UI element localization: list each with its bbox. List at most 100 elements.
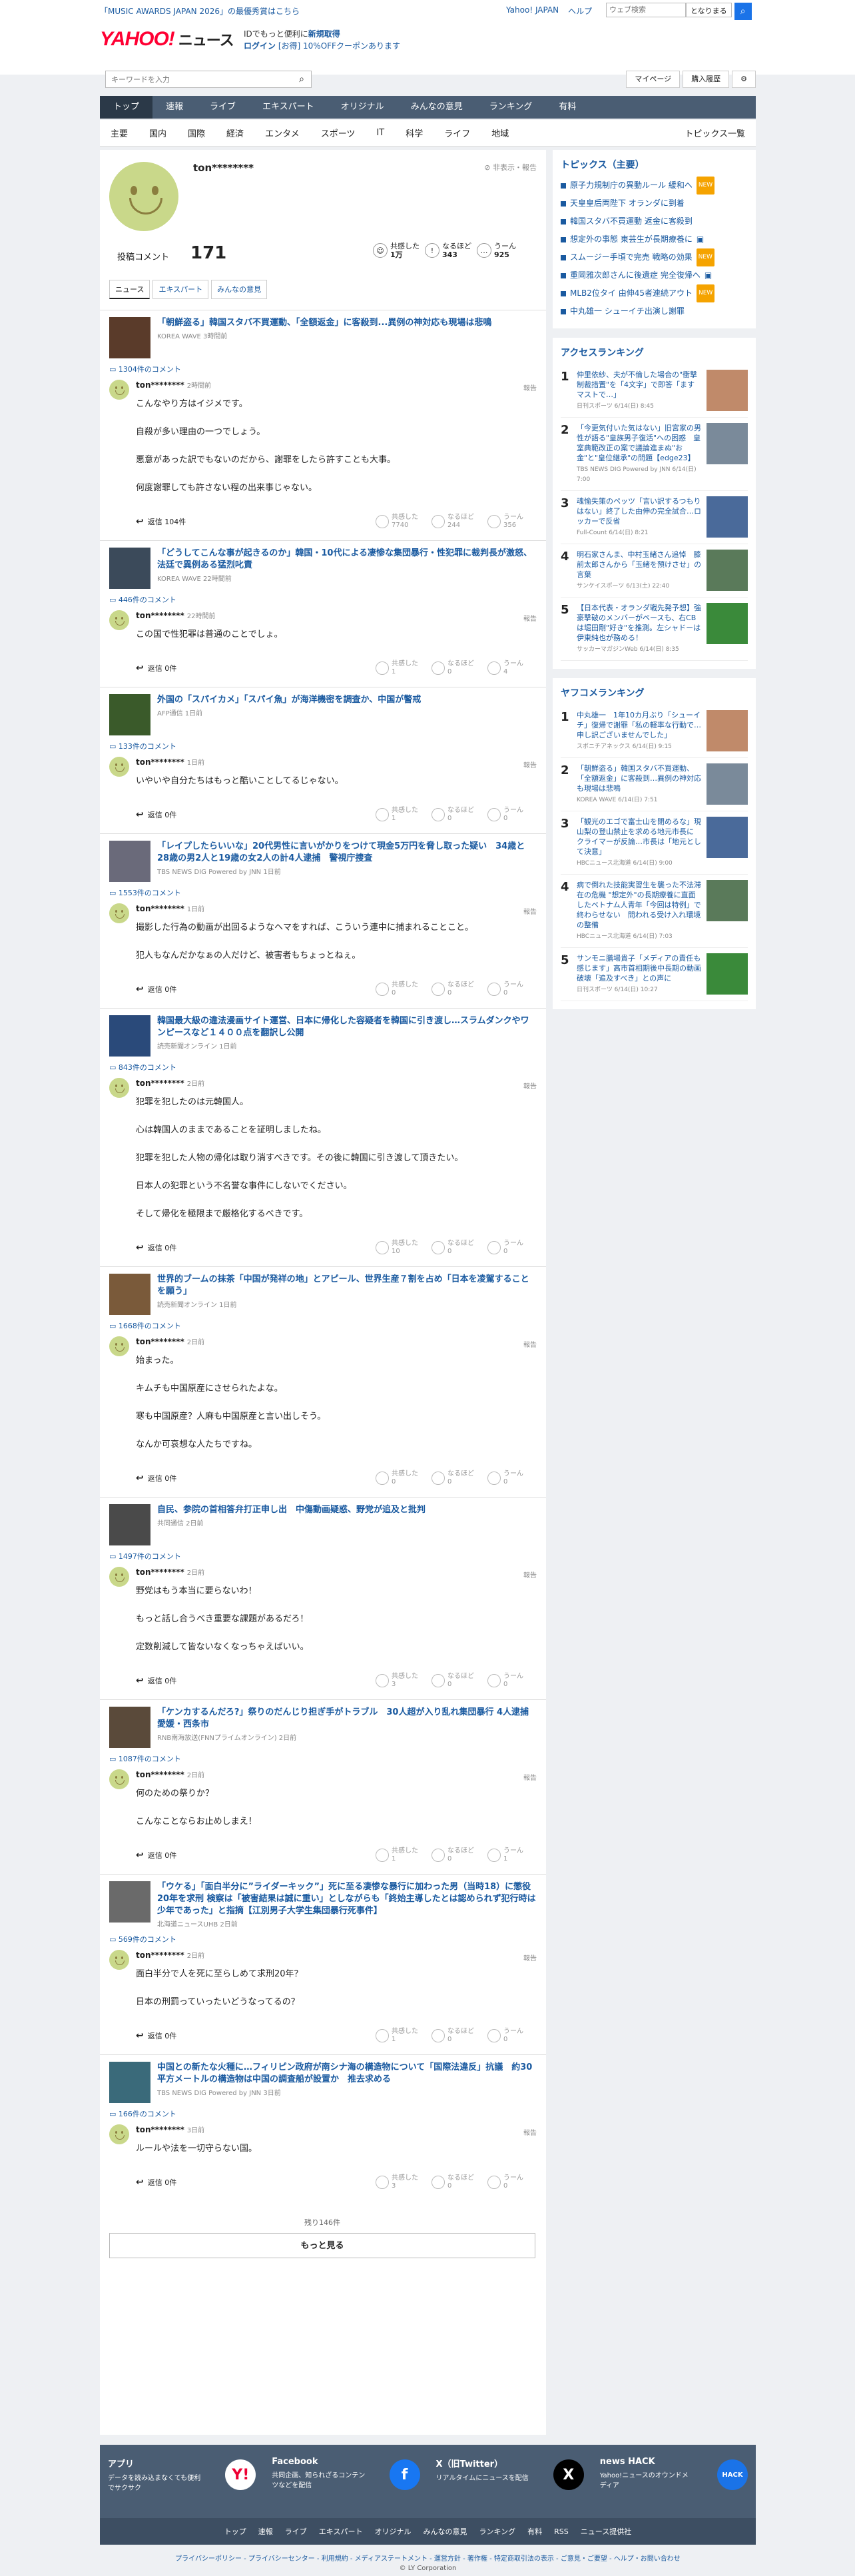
- reaction-hmm-button[interactable]: うーん 0: [487, 1240, 523, 1256]
- comment-author[interactable]: ton******** 2日前: [136, 1078, 537, 1088]
- ranking-item[interactable]: 2 「今更気付いた気はない」旧宮家の男性が語る"皇族男子復活"への困惑 皇室典範改…: [561, 418, 748, 491]
- reply-button[interactable]: ↩ 返信 0件: [136, 1473, 176, 1484]
- article-link[interactable]: 「ケンカするんだろ?」祭りのだんじり担ぎ手がトラブル 30人超が入り乱れ集団暴行…: [109, 1707, 537, 1748]
- reaction-empathy-button[interactable]: 共感した 0: [376, 981, 418, 997]
- footer-link-6[interactable]: ランキング: [479, 2526, 515, 2537]
- ranking-item[interactable]: 4 明石家さんま、中村玉緒さん追悼 膝前太郎さんから「玉緒を預けさせ」の言葉 サンケ…: [561, 544, 748, 598]
- article-title[interactable]: 「ケンカするんだろ?」祭りのだんじり担ぎ手がトラブル 30人超が入り乱れ集団暴行…: [157, 1707, 537, 1731]
- report-link[interactable]: 報告: [523, 613, 537, 623]
- subnav-item-1[interactable]: 国内: [139, 127, 177, 139]
- nav-tab-6[interactable]: ランキング: [476, 96, 546, 119]
- reply-button[interactable]: ↩ 返信 0件: [136, 984, 176, 995]
- footer-app-0[interactable]: アプリ データを読み込まなくても便利でサクサク Y!: [100, 2445, 264, 2518]
- report-link[interactable]: 報告: [523, 906, 537, 916]
- comment-count-link[interactable]: ▭ 843件のコメント: [109, 1062, 537, 1073]
- reaction-empathy-button[interactable]: 共感した 1: [376, 807, 418, 823]
- nav-tab-5[interactable]: みんなの意見: [398, 96, 476, 119]
- topic-item[interactable]: 原子力規制庁の異動ルール 緩和へ NEW: [561, 177, 748, 195]
- reaction-hmm-button[interactable]: うーん 356: [487, 514, 523, 530]
- footer-link-7[interactable]: 有料: [527, 2526, 542, 2537]
- topic-item[interactable]: MLB2位タイ 由伸45者連続アウト NEW: [561, 284, 748, 302]
- subnav-item-6[interactable]: IT: [366, 128, 395, 138]
- coupon-text[interactable]: [お得] 10%OFFクーポンあります: [278, 41, 400, 51]
- reaction-hmm-button[interactable]: うーん 0: [487, 807, 523, 823]
- comment-count-link[interactable]: ▭ 569件のコメント: [109, 1934, 537, 1944]
- reaction-insight-button[interactable]: なるほど 0: [431, 981, 474, 997]
- article-link[interactable]: 「朝鮮盗る」韓国スタバ不買運動、「全額返金」に客殺到...異例の神対応も現場は悲…: [109, 317, 537, 358]
- topic-item[interactable]: スムージー手頃で完売 戦略の効果 NEW: [561, 248, 748, 266]
- article-title[interactable]: 「レイプしたらいいな」20代男性に言いがかりをつけて現金5万円を脅し取った疑い …: [157, 841, 537, 865]
- comment-count-link[interactable]: ▭ 1304件のコメント: [109, 364, 537, 374]
- topic-item[interactable]: 韓国スタバ不買運動 返金に客殺到: [561, 213, 748, 230]
- promo-link[interactable]: 「MUSIC AWARDS JAPAN 2026」の最優秀賞はこちら: [100, 5, 300, 17]
- article-title[interactable]: 世界的ブームの抹茶「中国が発祥の地」とアピール、世界生産７割を占め「日本を凌駕す…: [157, 1274, 537, 1298]
- reaction-empathy-button[interactable]: 共感した 1: [376, 1847, 418, 1863]
- report-link[interactable]: 報告: [523, 1772, 537, 1782]
- footer-link-3[interactable]: エキスパート: [319, 2526, 363, 2537]
- article-link[interactable]: 外国の「スパイカメ」「スパイ魚」が海洋機密を調査か、中国が警戒 AFP通信 1日前: [109, 694, 537, 735]
- article-title[interactable]: 「ウケる」「面白半分に”ライダーキック”」死に至る凄惨な暴行に加わった男（当時1…: [157, 1881, 537, 1917]
- nav-tab-1[interactable]: 速報: [152, 96, 196, 119]
- reaction-hmm-button[interactable]: うーん 1: [487, 1847, 523, 1863]
- comment-author[interactable]: ton******** 2日前: [136, 1336, 537, 1346]
- reply-button[interactable]: ↩ 返信 0件: [136, 663, 176, 673]
- mypage-button[interactable]: マイページ: [626, 71, 681, 88]
- reaction-insight-button[interactable]: なるほど 0: [431, 807, 474, 823]
- help-link[interactable]: ヘルプ: [568, 5, 592, 17]
- ranking-item[interactable]: 2 「朝鮮盗る」韓国スタバ不買運動、「全額返金」に客殺到…異例の神対応も現場は悲鳴…: [561, 758, 748, 811]
- footer-link-5[interactable]: みんなの意見: [423, 2526, 467, 2537]
- article-link[interactable]: 「ウケる」「面白半分に”ライダーキック”」死に至る凄惨な暴行に加わった男（当時1…: [109, 1881, 537, 1929]
- article-link[interactable]: 「レイプしたらいいな」20代男性に言いがかりをつけて現金5万円を脅し取った疑い …: [109, 841, 537, 882]
- article-title[interactable]: 外国の「スパイカメ」「スパイ魚」が海洋機密を調査か、中国が警戒: [157, 694, 421, 706]
- reaction-insight-button[interactable]: なるほど 0: [431, 2174, 474, 2190]
- subnav-item-9[interactable]: 地域: [481, 127, 519, 139]
- footer-link-2[interactable]: ライブ: [285, 2526, 307, 2537]
- comment-count-link[interactable]: ▭ 446件のコメント: [109, 594, 537, 605]
- yahoo-japan-link[interactable]: Yahoo! JAPAN: [506, 5, 559, 17]
- subnav-item-4[interactable]: エンタメ: [254, 127, 310, 139]
- report-link[interactable]: 報告: [523, 759, 537, 769]
- nav-tab-2[interactable]: ライブ: [196, 96, 249, 119]
- reply-button[interactable]: ↩ 返信 0件: [136, 1242, 176, 1253]
- ranking-item[interactable]: 5 サンモニ膳場貴子「メディアの責任も感じます」高市首相期後中長期の動画破壊「追及…: [561, 948, 748, 1001]
- topic-item[interactable]: 中丸雄一 シューイチ出演し謝罪: [561, 302, 748, 320]
- report-link[interactable]: 報告: [523, 2127, 537, 2137]
- reaction-insight-button[interactable]: なるほど 0: [431, 1673, 474, 1689]
- subnav-item-8[interactable]: ライフ: [433, 127, 481, 139]
- yahoo-news-logo[interactable]: YAHOO! ニュース: [100, 28, 234, 51]
- reaction-empathy-button[interactable]: 共感した 3: [376, 2174, 418, 2190]
- comment-author[interactable]: ton******** 2日前: [136, 1950, 537, 1960]
- footer-link-0[interactable]: トップ: [224, 2526, 246, 2537]
- subnav-item-0[interactable]: 主要: [100, 127, 139, 139]
- reply-button[interactable]: ↩ 返信 0件: [136, 2177, 176, 2188]
- comment-author[interactable]: ton******** 2時間前: [136, 380, 537, 390]
- reaction-insight-button[interactable]: なるほど 0: [431, 1470, 474, 1486]
- tab-news[interactable]: ニュース: [109, 280, 150, 299]
- reaction-hmm-button[interactable]: うーん 0: [487, 2028, 523, 2044]
- reply-button[interactable]: ↩ 返信 0件: [136, 809, 176, 820]
- reaction-insight-button[interactable]: なるほど 244: [431, 514, 474, 530]
- footer-link-8[interactable]: RSS: [554, 2527, 569, 2536]
- subnav-item-7[interactable]: 科学: [395, 127, 433, 139]
- comment-author[interactable]: ton******** 1日前: [136, 757, 537, 767]
- subnav-item-5[interactable]: スポーツ: [310, 127, 366, 139]
- report-link[interactable]: 報告: [523, 1339, 537, 1349]
- topics-list-link[interactable]: トピックス一覧: [674, 127, 756, 139]
- reaction-empathy-button[interactable]: 共感した 1: [376, 660, 418, 676]
- tab-expert[interactable]: エキスパート: [152, 280, 209, 299]
- hide-report-link[interactable]: ⊘ 非表示・報告: [484, 162, 537, 173]
- comment-count-link[interactable]: ▭ 1668件のコメント: [109, 1320, 537, 1331]
- reaction-insight-button[interactable]: なるほど 0: [431, 1847, 474, 1863]
- signup-link[interactable]: 新規取得: [308, 29, 340, 39]
- report-link[interactable]: 報告: [523, 1080, 537, 1090]
- footer-app-2[interactable]: X（旧Twitter） リアルタイムにニュースを配信 X: [428, 2445, 592, 2518]
- keyword-input[interactable]: [106, 71, 292, 87]
- footer-link-4[interactable]: オリジナル: [374, 2526, 411, 2537]
- footer-link-1[interactable]: 速報: [258, 2526, 273, 2537]
- article-title[interactable]: 中国との新たな火種に…フィリピン政府が南シナ海の構造物について「国際法違反」抗議…: [157, 2062, 537, 2086]
- article-link[interactable]: 「どうしてこんな事が起きるのか」韓国・10代による凄惨な集団暴行・性犯罪に裁判長…: [109, 548, 537, 589]
- comment-count-link[interactable]: ▭ 133件のコメント: [109, 741, 537, 751]
- comment-count-link[interactable]: ▭ 1087件のコメント: [109, 1753, 537, 1764]
- article-title[interactable]: 「朝鮮盗る」韓国スタバ不買運動、「全額返金」に客殺到...異例の神対応も現場は悲…: [157, 317, 491, 329]
- tab-opinion[interactable]: みんなの意見: [211, 280, 268, 299]
